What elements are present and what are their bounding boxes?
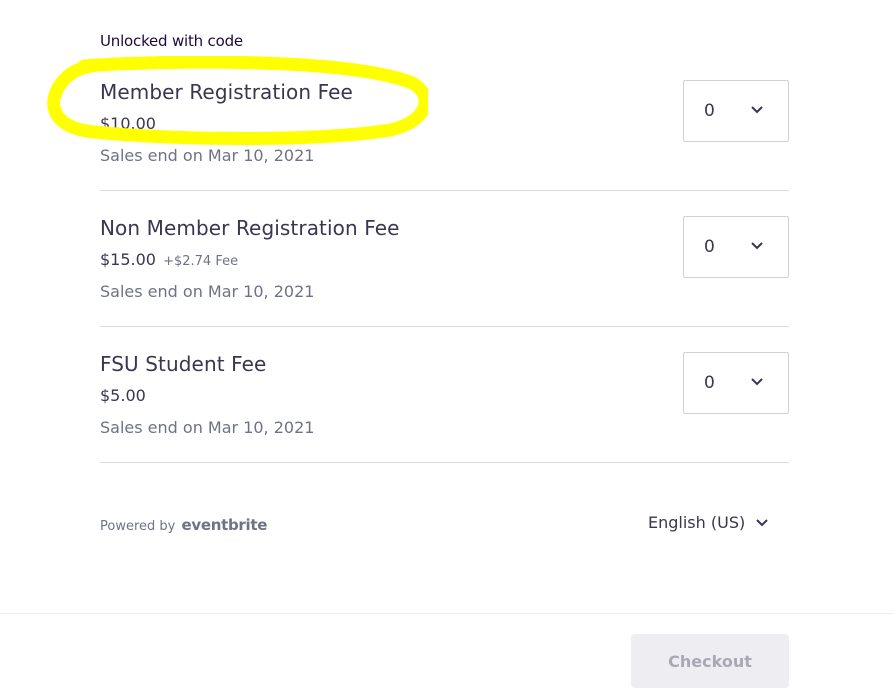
chevron-down-icon xyxy=(756,518,768,526)
powered-by-label: Powered by xyxy=(100,519,176,534)
quantity-select[interactable]: 0 xyxy=(683,80,789,142)
ticket-fsu-student: FSU Student Fee $5.00 Sales end on Mar 1… xyxy=(100,352,789,452)
ticket-non-member-registration: Non Member Registration Fee $15.00 +$2.7… xyxy=(100,216,789,316)
ticket-name: Member Registration Fee xyxy=(100,80,353,104)
ticket-selection-page: Unlocked with code Member Registration F… xyxy=(0,0,894,698)
powered-by: Powered by eventbrite xyxy=(100,516,267,534)
ticket-price: $10.00 xyxy=(100,114,156,133)
chevron-down-icon xyxy=(751,106,763,114)
ticket-sales-end: Sales end on Mar 10, 2021 xyxy=(100,418,315,437)
ticket-divider xyxy=(100,326,789,327)
quantity-value: 0 xyxy=(704,101,715,121)
quantity-select[interactable]: 0 xyxy=(683,352,789,414)
ticket-divider xyxy=(100,462,789,463)
ticket-price-row: $5.00 xyxy=(100,386,146,405)
footer-divider xyxy=(0,613,894,614)
quantity-value: 0 xyxy=(704,237,715,257)
ticket-fee: +$2.74 Fee xyxy=(163,254,239,269)
ticket-sales-end: Sales end on Mar 10, 2021 xyxy=(100,146,315,165)
ticket-price: $15.00 xyxy=(100,250,156,269)
ticket-name: Non Member Registration Fee xyxy=(100,216,400,240)
ticket-member-registration: Member Registration Fee $10.00 Sales end… xyxy=(100,80,789,180)
chevron-down-icon xyxy=(751,378,763,386)
chevron-down-icon xyxy=(751,242,763,250)
quantity-select[interactable]: 0 xyxy=(683,216,789,278)
unlocked-with-code-label: Unlocked with code xyxy=(100,32,243,50)
checkout-button[interactable]: Checkout xyxy=(631,634,789,688)
eventbrite-logo[interactable]: eventbrite xyxy=(182,516,268,534)
ticket-price: $5.00 xyxy=(100,386,146,405)
ticket-name: FSU Student Fee xyxy=(100,352,267,376)
quantity-value: 0 xyxy=(704,373,715,393)
ticket-price-row: $15.00 +$2.74 Fee xyxy=(100,250,238,269)
ticket-sales-end: Sales end on Mar 10, 2021 xyxy=(100,282,315,301)
language-select[interactable]: English (US) xyxy=(648,513,769,532)
language-label: English (US) xyxy=(648,513,746,532)
ticket-price-row: $10.00 xyxy=(100,114,156,133)
ticket-divider xyxy=(100,190,789,191)
